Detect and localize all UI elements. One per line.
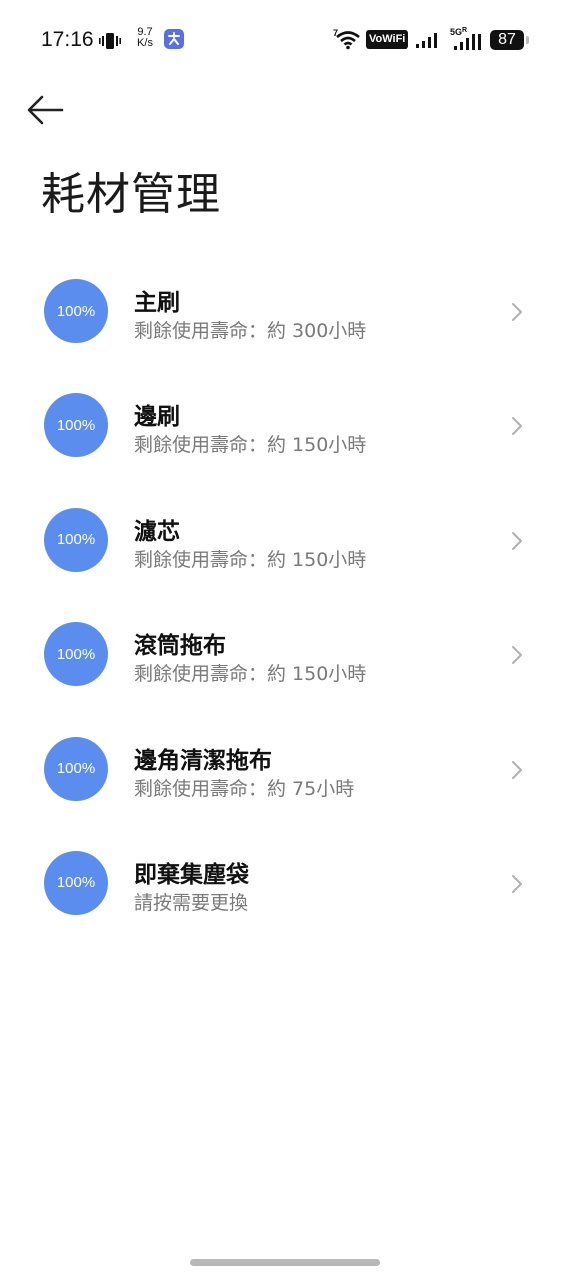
chevron-right-icon — [512, 874, 522, 893]
arrow-left-icon — [27, 95, 64, 125]
remaining-percent-badge: 100% — [44, 622, 108, 687]
remaining-life: 剩餘使用壽命：約 150小時 — [134, 663, 367, 686]
remaining-percent-badge: 100% — [44, 850, 108, 915]
chevron-right-icon — [512, 646, 522, 665]
consumable-item-dust-bag[interactable]: 100% 即棄集塵袋 請按需要更換 — [0, 825, 571, 939]
consumable-item-main-brush[interactable]: 100% 主刷 剩餘使用壽命：約 300小時 — [0, 253, 571, 367]
consumable-name: 邊刷 — [134, 404, 180, 431]
vibrate-icon — [99, 32, 121, 54]
remaining-life: 剩餘使用壽命：約 150小時 — [134, 548, 367, 571]
consumable-item-roller-mop[interactable]: 100% 滾筒拖布 剩餘使用壽命：約 150小時 — [0, 596, 571, 710]
remaining-percent-badge: 100% — [44, 393, 108, 458]
remaining-percent-badge: 100% — [44, 279, 108, 343]
back-button[interactable] — [24, 92, 68, 128]
signal-icon — [414, 30, 444, 52]
chevron-right-icon — [512, 531, 522, 550]
app-notification-icon — [163, 28, 185, 54]
consumable-name: 邊角清潔拖布 — [134, 747, 272, 774]
chevron-right-icon — [512, 303, 522, 321]
consumable-item-corner-mop[interactable]: 100% 邊角清潔拖布 剩餘使用壽命：約 75小時 — [0, 711, 571, 825]
remaining-life: 請按需要更換 — [134, 891, 249, 914]
remaining-life: 剩餘使用壽命：約 75小時 — [134, 777, 355, 800]
battery-tip — [526, 36, 529, 44]
chevron-right-icon — [512, 417, 522, 436]
network-speed: 9.7 K/s — [133, 27, 157, 49]
remaining-life: 剩餘使用壽命：約 300小時 — [134, 320, 367, 342]
signal-5g-icon — [452, 30, 484, 54]
consumable-item-side-brush[interactable]: 100% 邊刷 剩餘使用壽命：約 150小時 — [0, 367, 571, 481]
chevron-right-icon — [512, 760, 522, 779]
consumable-name: 即棄集塵袋 — [134, 861, 249, 888]
consumable-list: 100% 主刷 剩餘使用壽命：約 300小時 100% 邊刷 剩餘使用壽命：約 … — [0, 253, 571, 939]
consumable-name: 濾芯 — [134, 518, 180, 545]
remaining-percent-badge: 100% — [44, 507, 108, 572]
page-title: 耗材管理 — [41, 169, 221, 220]
battery-indicator: 87 — [490, 30, 524, 50]
remaining-life: 剩餘使用壽命：約 150小時 — [134, 434, 367, 457]
network-speed-unit: K/s — [137, 37, 153, 49]
consumable-name: 滾筒拖布 — [134, 633, 226, 660]
status-bar: 17:16 9.7 K/s 7 VoWiFi 1 5GR 87 — [0, 0, 571, 80]
vowifi-sim: 1 — [402, 41, 408, 51]
wifi-icon: 7 — [333, 28, 361, 54]
remaining-percent-badge: 100% — [44, 736, 108, 801]
consumable-name: 主刷 — [134, 290, 180, 316]
consumable-item-filter[interactable]: 100% 濾芯 剩餘使用壽命：約 150小時 — [0, 482, 571, 596]
status-time: 17:16 — [41, 28, 94, 51]
home-indicator[interactable] — [190, 1259, 380, 1266]
